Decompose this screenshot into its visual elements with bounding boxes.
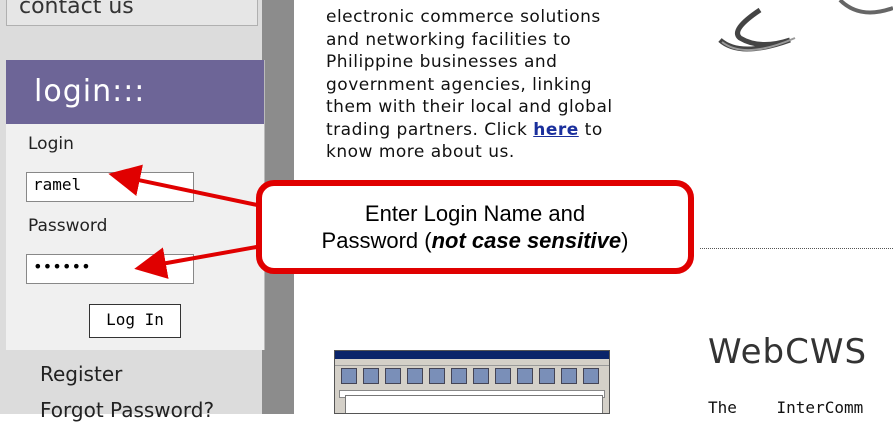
intro-line: them with their local and global: [326, 97, 613, 117]
password-label: Password: [28, 216, 108, 236]
intro-line: Philippine businesses and: [326, 52, 558, 72]
logo-swoosh-icon: [718, 0, 893, 52]
register-link[interactable]: Register: [40, 362, 122, 386]
here-link[interactable]: here: [533, 120, 579, 140]
callout-emphasis: not case sensitive: [431, 228, 622, 253]
webcws-title: WebCWS: [708, 332, 868, 372]
login-input[interactable]: ramel: [26, 172, 194, 202]
log-in-button[interactable]: Log In: [89, 304, 181, 338]
intro-line: government agencies, linking: [326, 74, 593, 95]
callout-line: Password (not case sensitive): [262, 227, 688, 254]
intro-text: electronic commerce solutions and networ…: [326, 6, 676, 164]
webcws-body-snippet: The InterComm: [708, 398, 864, 417]
intro-line: electronic commerce solutions: [326, 7, 601, 27]
intro-text-segment: to: [578, 119, 603, 140]
screenshot-thumbnail: [334, 350, 610, 414]
callout-text-segment: ): [621, 228, 629, 253]
intro-line: trading partners. Click here to: [326, 119, 676, 142]
login-header: login:::: [6, 60, 264, 124]
callout-line: Enter Login Name and: [364, 201, 586, 226]
forgot-password-link[interactable]: Forgot Password?: [40, 398, 214, 422]
login-label: Login: [28, 134, 74, 154]
intro-line: and networking facilities to: [326, 29, 572, 50]
instruction-callout: Enter Login Name and Password (not case …: [256, 180, 694, 274]
callout-text-segment: Password (: [321, 228, 432, 253]
contact-us-button[interactable]: contact us: [6, 0, 258, 26]
login-panel: login::: Login ramel Password •••••• Log…: [6, 60, 265, 350]
intro-line: know more about us.: [326, 142, 515, 162]
password-input[interactable]: ••••••: [26, 254, 194, 284]
divider: [700, 248, 893, 249]
intro-text-segment: trading partners. Click: [326, 119, 534, 140]
